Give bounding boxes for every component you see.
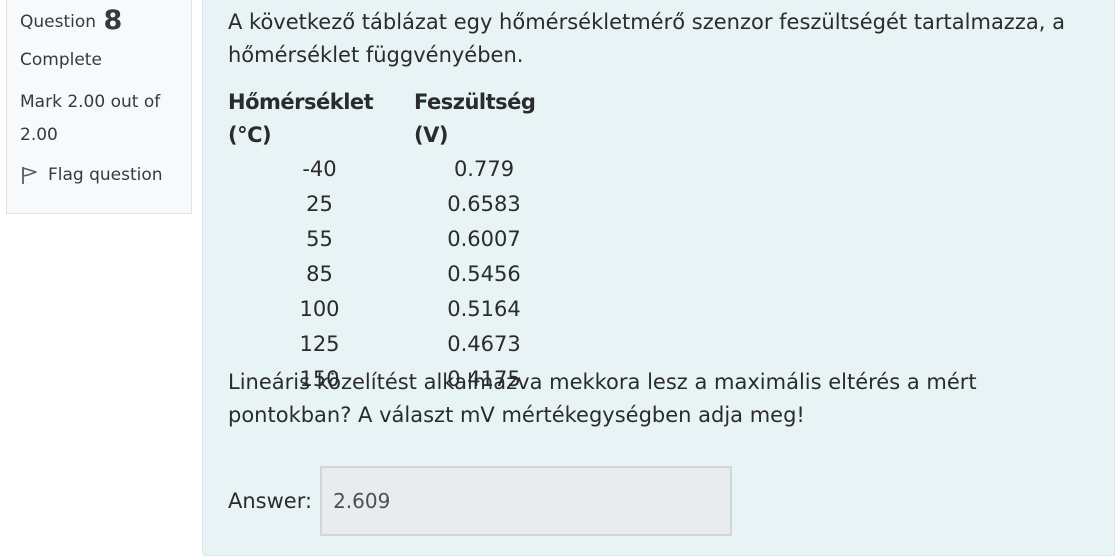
question-state: Complete xyxy=(20,50,102,70)
table-cell-temperature: 100 xyxy=(299,297,340,321)
table-cell-temperature: -40 xyxy=(302,157,337,181)
question-prompt-text: Lineáris közelítést alkalmazva mekkora l… xyxy=(228,370,977,427)
table-cell-voltage: 0.779 xyxy=(453,157,515,181)
answer-label: Answer: xyxy=(228,489,313,513)
question-grade: Mark 2.00 out of 2.00 xyxy=(20,92,161,145)
table-row: -40 0.779 xyxy=(228,152,564,187)
table-cell-temperature: 55 xyxy=(306,227,333,251)
table-row: 55 0.6007 xyxy=(228,222,564,257)
question-number: 8 xyxy=(103,5,123,36)
table-cell-voltage: 0.6007 xyxy=(447,227,521,251)
flag-question-link[interactable]: Flag question xyxy=(20,162,191,188)
table-row: 25 0.6583 xyxy=(228,187,564,222)
table-cell-temperature: 125 xyxy=(299,332,340,356)
table-cell-voltage: 0.6583 xyxy=(447,192,521,216)
table-header-voltage: Feszültség (V) xyxy=(414,90,536,147)
question-intro-text: A következő táblázat egy hőmérsékletmérő… xyxy=(228,10,1065,67)
flag-question-label: Flag question xyxy=(48,165,163,185)
question-info-panel: Question 8 Complete Mark 2.00 out of 2.0… xyxy=(6,0,192,214)
table-cell-voltage: 0.4673 xyxy=(447,332,521,356)
table-row: 100 0.5164 xyxy=(228,292,564,327)
question-label: Question xyxy=(20,12,97,32)
data-table: Hőmérséklet (°C) Feszültség (V) -40 0.77… xyxy=(228,86,564,397)
question-content: A következő táblázat egy hőmérsékletmérő… xyxy=(202,0,1115,556)
table-cell-temperature: 85 xyxy=(306,262,333,286)
flag-icon xyxy=(22,167,37,184)
answer-row: Answer: xyxy=(228,466,733,536)
table-cell-voltage: 0.5456 xyxy=(447,262,521,286)
table-header-row: Hőmérséklet (°C) Feszültség (V) xyxy=(228,86,564,152)
answer-input[interactable] xyxy=(320,466,733,536)
question-number-line: Question 8 xyxy=(20,6,191,36)
table-cell-voltage: 0.5164 xyxy=(447,297,521,321)
table-row: 125 0.4673 xyxy=(228,327,564,362)
table-cell-temperature: 25 xyxy=(306,192,333,216)
table-header-temperature: Hőmérséklet (°C) xyxy=(228,90,374,147)
table-row: 85 0.5456 xyxy=(228,257,564,292)
